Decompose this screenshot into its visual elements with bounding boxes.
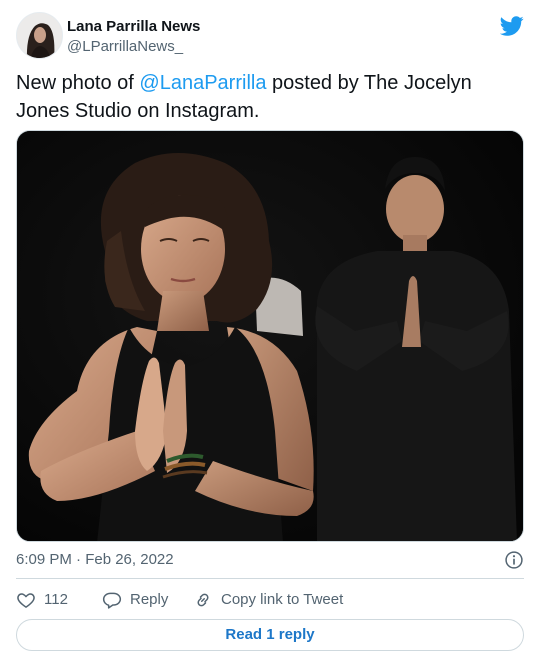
tweet-meta: 6:09 PM · Feb 26, 2022 (16, 549, 524, 571)
mention-link[interactable]: @LanaParrilla (139, 72, 266, 94)
link-icon (197, 593, 209, 607)
author-handle[interactable]: @LParrillaNews_ (67, 37, 200, 57)
tweet-actions: 112 Reply Copy link to Tweet (16, 588, 524, 612)
tweet-timestamp[interactable]: 6:09 PM · Feb 26, 2022 (16, 551, 174, 568)
avatar[interactable] (16, 12, 63, 59)
divider (16, 578, 524, 579)
reply-button[interactable]: Reply (102, 588, 168, 612)
author-names: Lana Parrilla News @LParrillaNews_ (67, 17, 200, 57)
heart-icon (17, 593, 35, 608)
like-count: 112 (44, 591, 68, 608)
twitter-bird-icon[interactable] (500, 14, 524, 38)
display-name[interactable]: Lana Parrilla News (67, 17, 200, 37)
tweet-text-lead: New photo of (16, 72, 140, 94)
tweet-photo[interactable] (16, 130, 524, 542)
tweet-header: Lana Parrilla News @LParrillaNews_ (16, 12, 524, 62)
speech-bubble-icon (102, 592, 122, 609)
tweet-card: Lana Parrilla News @LParrillaNews_ New p… (0, 0, 540, 667)
tweet-text: New photo of @LanaParrilla posted by The… (16, 69, 524, 125)
read-replies-button[interactable]: Read 1 reply (16, 619, 524, 651)
copy-link-label: Copy link to Tweet (221, 591, 344, 608)
reply-label: Reply (130, 591, 169, 608)
like-button[interactable]: 112 (16, 588, 68, 612)
copy-link-button[interactable]: Copy link to Tweet (193, 588, 343, 612)
info-icon[interactable] (504, 550, 524, 570)
